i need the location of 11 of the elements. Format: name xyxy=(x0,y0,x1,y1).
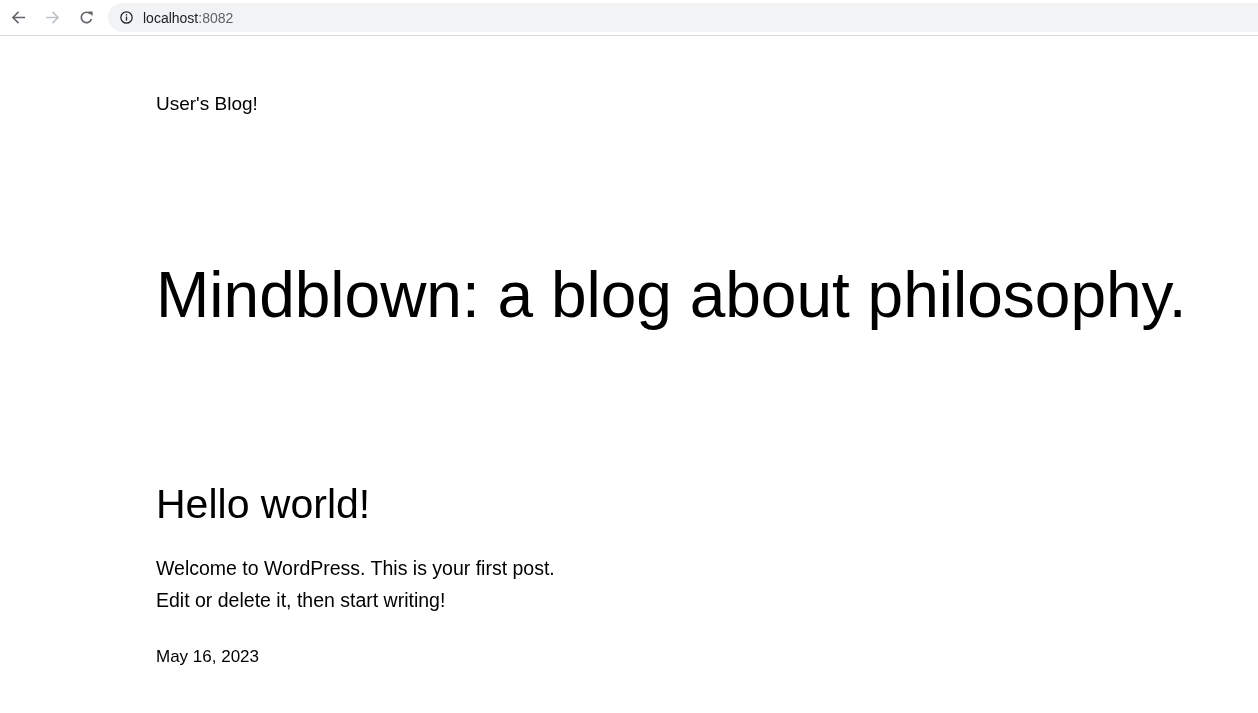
arrow-left-icon xyxy=(10,10,26,25)
post-title-link[interactable]: Hello world! xyxy=(156,480,371,528)
post-date: May 16, 2023 xyxy=(156,646,259,668)
post-excerpt: Welcome to WordPress. This is your first post. Edit or delete it, then start writing! xyxy=(156,556,556,613)
url-text: localhost:8082 xyxy=(143,8,234,27)
page-heading: Mindblown: a blog about philosophy. xyxy=(156,258,1187,333)
info-icon xyxy=(120,11,133,24)
arrow-right-icon xyxy=(44,10,60,25)
reload-icon xyxy=(78,10,94,25)
site-title-link[interactable]: User's Blog! xyxy=(156,90,258,118)
address-bar[interactable]: localhost:8082 xyxy=(108,3,1258,32)
